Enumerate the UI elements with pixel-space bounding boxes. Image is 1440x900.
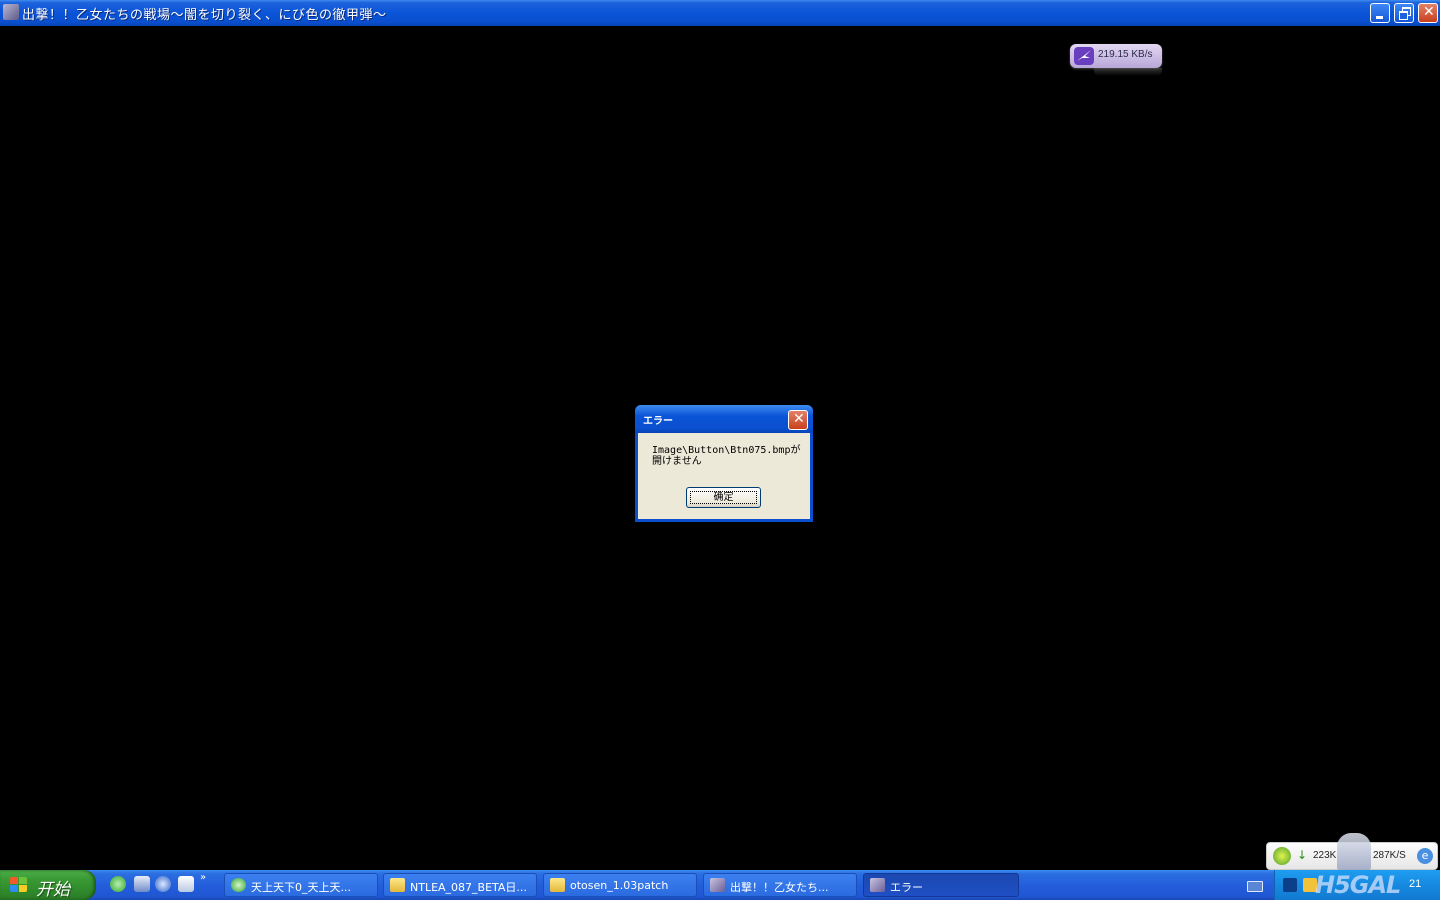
- quicklaunch-browser-icon[interactable]: [110, 876, 126, 892]
- globe-icon: [1273, 847, 1291, 865]
- error-dialog: エラー ✕ Image\Button\Btn075.bmpが 開けません 确定: [635, 405, 813, 522]
- windows-flag-icon: [10, 877, 28, 893]
- taskbar-item-label: エラー: [890, 881, 923, 894]
- speed-value: 219.15 KB/s: [1098, 49, 1153, 60]
- window-titlebar[interactable]: 出撃！！乙女たちの戦場～闇を切り裂く、にび色の徹甲弾～ ✕: [0, 0, 1440, 26]
- mascot-image: [1337, 833, 1371, 871]
- upload-speed: 287K/S: [1373, 850, 1406, 861]
- game-icon: [710, 878, 725, 892]
- minimize-icon: [1376, 16, 1383, 19]
- close-button[interactable]: ✕: [1418, 3, 1438, 23]
- dialog-message-line1: Image\Button\Btn075.bmpが: [652, 445, 801, 456]
- dialog-message-line2: 開けません: [652, 456, 702, 467]
- dialog-titlebar[interactable]: エラー ✕: [635, 405, 813, 433]
- taskbar-item-ntlea-folder[interactable]: NTLEA_087_BETA日...: [383, 873, 537, 897]
- taskbar-item-otosen-folder[interactable]: otosen_1.03patch: [543, 873, 697, 897]
- dialog-message: Image\Button\Btn075.bmpが 開けません: [652, 445, 810, 467]
- bird-icon: [1074, 47, 1094, 65]
- close-icon: ✕: [793, 411, 805, 427]
- network-monitor-widget[interactable]: ↓ 223K 287K/S e: [1266, 833, 1438, 871]
- download-arrow-icon: ↓: [1297, 848, 1308, 862]
- dialog-close-button[interactable]: ✕: [788, 410, 808, 430]
- tray-clock[interactable]: 21: [1409, 878, 1421, 890]
- quicklaunch-desktop-icon[interactable]: [178, 876, 194, 892]
- app-icon[interactable]: [3, 4, 19, 20]
- window-title: 出撃！！乙女たちの戦場～闇を切り裂く、にび色の徹甲弾～: [22, 8, 387, 23]
- quicklaunch-app-icon[interactable]: [134, 876, 150, 892]
- quicklaunch-more-chevron[interactable]: »: [200, 872, 206, 883]
- speed-widget[interactable]: 219.15 KB/s: [1070, 44, 1162, 68]
- restore-button[interactable]: [1394, 3, 1414, 23]
- taskbar-item-browser[interactable]: 天上天下0_天上天...: [224, 873, 378, 897]
- game-icon: [870, 878, 885, 892]
- quicklaunch-ie-icon[interactable]: [155, 876, 171, 892]
- speed-widget-reflection: [1094, 68, 1162, 76]
- taskbar-item-label: otosen_1.03patch: [570, 879, 669, 892]
- system-tray: H5GAL 21: [1274, 870, 1440, 900]
- browser-icon: [231, 878, 246, 892]
- tray-network-icon[interactable]: [1283, 878, 1297, 892]
- keyboard-icon[interactable]: [1247, 881, 1263, 892]
- download-speed: 223K: [1313, 850, 1337, 861]
- dialog-title: エラー: [643, 416, 673, 427]
- ok-button[interactable]: 确定: [686, 487, 761, 508]
- close-icon: ✕: [1423, 4, 1435, 20]
- taskbar-item-error[interactable]: エラー: [863, 873, 1019, 897]
- folder-icon: [550, 878, 565, 892]
- browser-icon[interactable]: e: [1417, 848, 1433, 864]
- folder-icon: [390, 878, 405, 892]
- taskbar: 开始 » 天上天下0_天上天... NTLEA_087_BETA日... oto…: [0, 870, 1440, 900]
- restore-icon-front: [1399, 11, 1408, 20]
- start-label: 开始: [36, 880, 70, 900]
- taskbar-item-game[interactable]: 出撃！！乙女たち...: [703, 873, 857, 897]
- taskbar-item-label: 天上天下0_天上天...: [251, 881, 351, 894]
- watermark-logo: H5GAL: [1315, 871, 1401, 899]
- taskbar-item-label: NTLEA_087_BETA日...: [410, 881, 527, 894]
- minimize-button[interactable]: [1370, 3, 1390, 23]
- dialog-body: Image\Button\Btn075.bmpが 開けません 确定: [638, 433, 810, 519]
- focus-rect: [690, 491, 757, 504]
- taskbar-item-label: 出撃！！乙女たち...: [730, 881, 829, 894]
- start-button[interactable]: 开始: [0, 870, 96, 900]
